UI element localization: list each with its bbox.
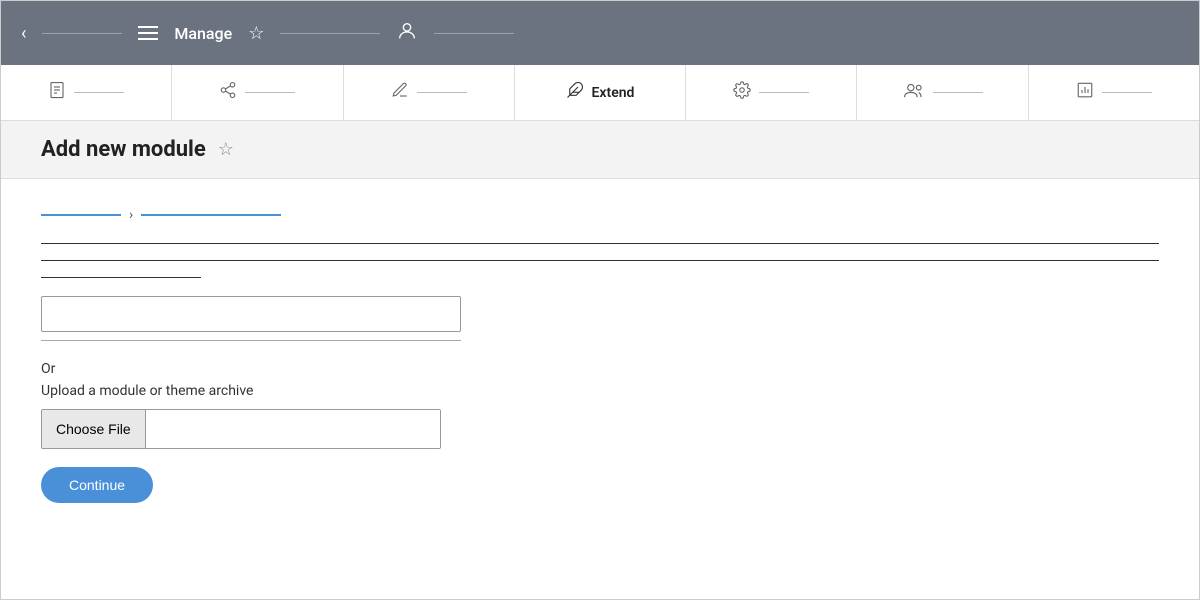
nav-star-icon[interactable]: ☆ xyxy=(248,23,264,44)
tab-page-line xyxy=(74,92,124,93)
page-header: Add new module ☆ xyxy=(1,121,1199,179)
breadcrumb-separator: › xyxy=(129,207,133,223)
edit-icon xyxy=(391,81,409,104)
form-line-1 xyxy=(41,243,1159,244)
settings-icon xyxy=(733,81,751,104)
nav-title: Manage xyxy=(174,24,232,43)
menu-icon[interactable] xyxy=(138,26,158,40)
main-content: › Or Upload a module or theme archive Ch… xyxy=(1,179,1199,531)
tab-edit[interactable] xyxy=(344,65,515,120)
choose-file-button[interactable]: Choose File xyxy=(42,410,146,448)
module-url-input[interactable] xyxy=(41,296,461,332)
form-line-3 xyxy=(41,277,201,278)
tab-share[interactable] xyxy=(172,65,343,120)
tab-users[interactable] xyxy=(857,65,1028,120)
form-line-2 xyxy=(41,260,1159,261)
user-icon[interactable] xyxy=(396,20,418,47)
tab-extend[interactable]: Extend xyxy=(515,65,686,120)
page-icon xyxy=(48,81,66,104)
users-icon xyxy=(903,81,925,104)
file-input-wrapper: Choose File xyxy=(41,409,441,449)
tab-users-line xyxy=(933,92,983,93)
breadcrumb-item-1 xyxy=(41,214,121,216)
top-nav: ‹ Manage ☆ xyxy=(1,1,1199,65)
file-name-display xyxy=(146,410,440,448)
page-title: Add new module xyxy=(41,137,206,162)
input-underline xyxy=(41,340,461,341)
tab-page[interactable] xyxy=(1,65,172,120)
nav-divider-3 xyxy=(434,33,514,34)
back-button[interactable]: ‹ xyxy=(21,23,26,44)
or-label: Or xyxy=(41,361,1159,377)
share-icon xyxy=(219,81,237,104)
breadcrumb: › xyxy=(41,207,1159,223)
analytics-icon xyxy=(1076,81,1094,104)
extend-icon xyxy=(566,81,584,104)
tab-edit-line xyxy=(417,92,467,93)
tab-settings-line xyxy=(759,92,809,93)
tab-extend-label: Extend xyxy=(592,85,635,101)
continue-button[interactable]: Continue xyxy=(41,467,153,503)
nav-divider-1 xyxy=(42,33,122,34)
tab-share-line xyxy=(245,92,295,93)
upload-label: Upload a module or theme archive xyxy=(41,383,1159,399)
tab-analytics-line xyxy=(1102,92,1152,93)
breadcrumb-item-2 xyxy=(141,214,281,216)
tab-settings[interactable] xyxy=(686,65,857,120)
tab-analytics[interactable] xyxy=(1029,65,1199,120)
secondary-nav: Extend xyxy=(1,65,1199,121)
header-star-icon[interactable]: ☆ xyxy=(218,139,234,160)
nav-divider-2 xyxy=(280,33,380,34)
